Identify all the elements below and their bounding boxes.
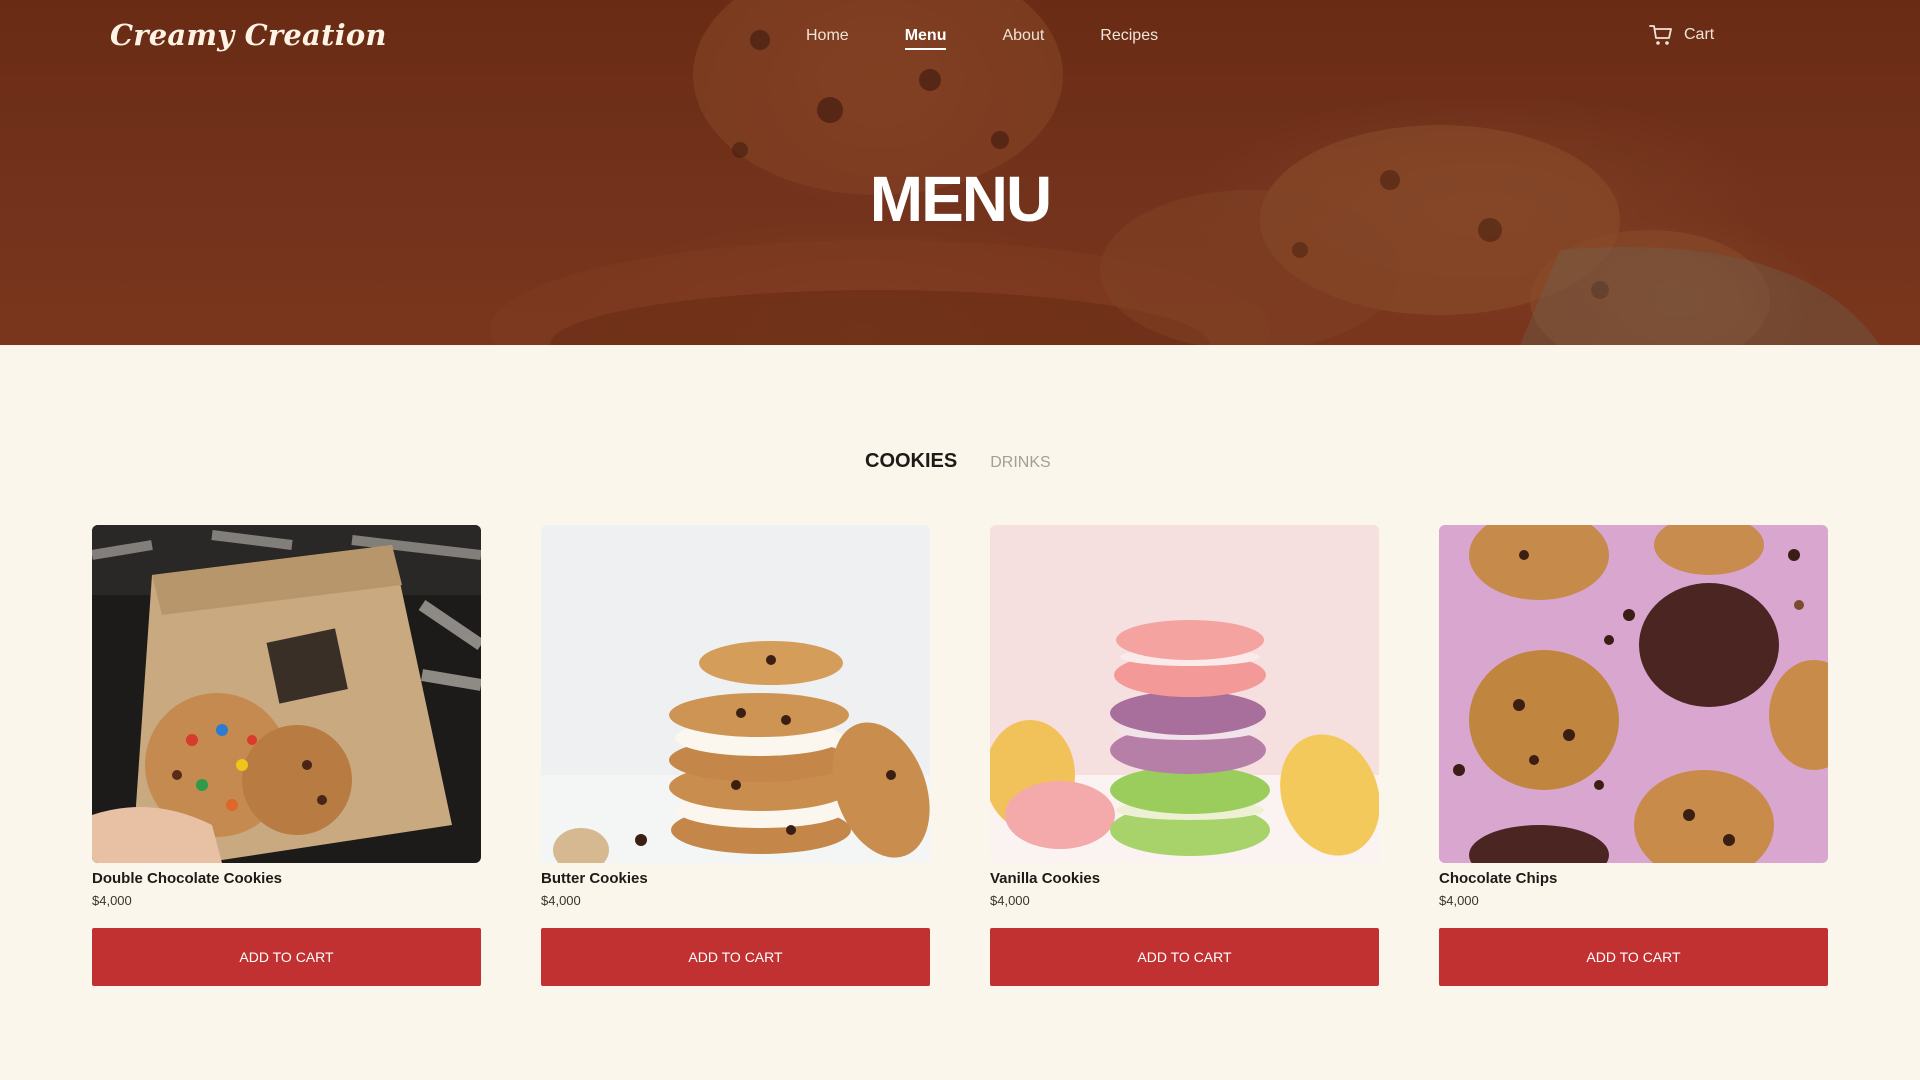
cart-button[interactable]: Cart	[1648, 23, 1714, 47]
cart-label: Cart	[1684, 26, 1715, 43]
product-image[interactable]	[92, 525, 481, 863]
add-to-cart-button[interactable]: ADD TO CART	[92, 928, 481, 986]
tab-cookies[interactable]: COOKIES	[865, 450, 957, 473]
nav-link-menu[interactable]: Menu	[904, 27, 947, 50]
product-card: Vanilla Cookies $4,000 ADD TO CART	[990, 525, 1379, 986]
product-image[interactable]	[990, 525, 1379, 863]
add-to-cart-button[interactable]: ADD TO CART	[1439, 928, 1828, 986]
brand-logo[interactable]: Creamy Creation	[110, 18, 387, 52]
double-chocolate-cookie-photo	[92, 525, 481, 863]
category-tabs: COOKIES DRINKS	[865, 450, 1051, 473]
product-name: Vanilla Cookies	[990, 870, 1101, 887]
product-name: Butter Cookies	[541, 870, 648, 887]
product-name: Chocolate Chips	[1439, 870, 1558, 887]
product-price: $4,000	[541, 893, 581, 908]
nav-link-recipes[interactable]: Recipes	[1100, 27, 1158, 50]
tab-drinks[interactable]: DRINKS	[990, 454, 1050, 472]
vanilla-macaron-photo	[990, 525, 1379, 863]
product-name: Double Chocolate Cookies	[92, 870, 283, 887]
page-title: MENU	[869, 163, 1052, 235]
product-image[interactable]	[541, 525, 930, 863]
product-price: $4,000	[990, 893, 1030, 908]
product-image[interactable]	[1439, 525, 1828, 863]
add-to-cart-button[interactable]: ADD TO CART	[990, 928, 1379, 986]
product-price: $4,000	[1439, 893, 1479, 908]
product-price: $4,000	[92, 893, 132, 908]
chocolate-chips-photo	[1439, 525, 1828, 863]
nav-link-home[interactable]: Home	[806, 27, 849, 50]
product-card: Double Chocolate Cookies $4,000 ADD TO C…	[92, 525, 481, 986]
product-card: Butter Cookies $4,000 ADD TO CART	[541, 525, 930, 986]
product-grid: Double Chocolate Cookies $4,000 ADD TO C…	[92, 525, 1828, 989]
main-nav: Home Menu About Recipes	[806, 27, 1158, 50]
cart-icon	[1649, 25, 1672, 45]
nav-link-about[interactable]: About	[1002, 27, 1044, 50]
butter-cookie-photo	[541, 525, 930, 863]
product-card: Chocolate Chips $4,000 ADD TO CART	[1439, 525, 1828, 986]
hero-banner: Creamy Creation Home Menu About Recipes …	[0, 0, 1920, 345]
add-to-cart-button[interactable]: ADD TO CART	[541, 928, 930, 986]
